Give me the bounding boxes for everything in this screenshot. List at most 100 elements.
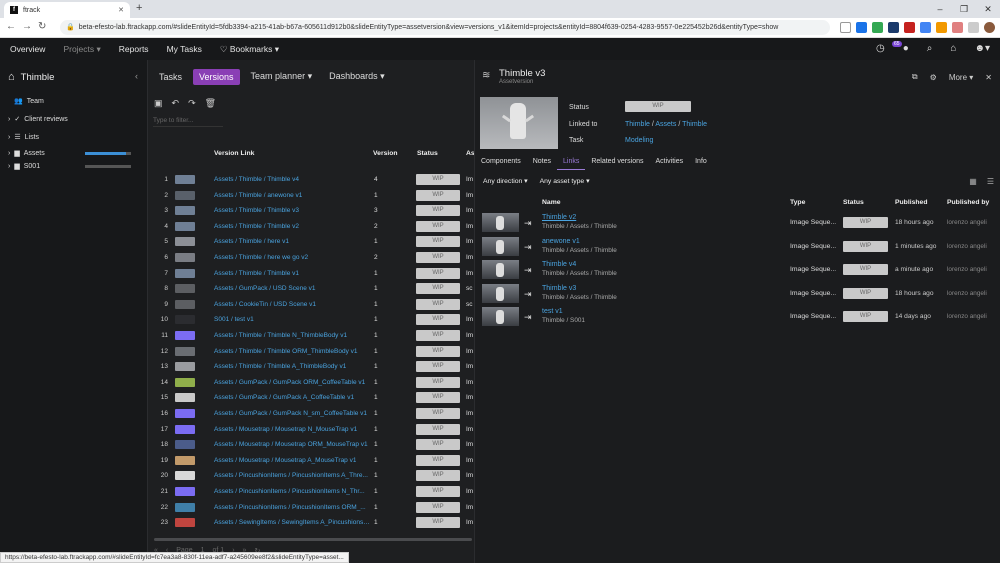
version-link[interactable]: Assets / Thimble / here we go v2 [214, 254, 308, 261]
nav-overview[interactable]: Overview [10, 44, 45, 54]
sidebar-item-team[interactable]: 👥 Team [14, 97, 44, 106]
filter-input[interactable]: Type to filter... [153, 117, 223, 127]
version-link[interactable]: Assets / PincushionItems / PincushionIte… [214, 504, 366, 511]
link-name[interactable]: Thimble v3 [542, 285, 576, 292]
horizontal-scrollbar[interactable] [154, 538, 472, 541]
profile-avatar[interactable] [984, 22, 995, 33]
version-thumbnail[interactable] [175, 518, 195, 528]
search-icon[interactable]: ⌕ [927, 43, 933, 54]
status-badge[interactable]: WIP [416, 298, 460, 310]
extension-icon[interactable] [936, 22, 947, 33]
table-row[interactable]: 18 Assets / Mousetrap / Mousetrap ORM_Mou… [148, 437, 474, 453]
back-icon[interactable]: ← [6, 21, 16, 32]
status-badge[interactable]: WIP [416, 361, 460, 373]
version-link[interactable]: Assets / GumPack / USD Scene v1 [214, 285, 316, 292]
version-thumbnail[interactable] [175, 315, 195, 325]
table-row[interactable]: 8 Assets / GumPack / USD Scene v1 1 WIP sc [148, 281, 474, 297]
sidebar-item-assets[interactable]: › ▆ Assets [8, 149, 45, 158]
extension-icon[interactable] [888, 22, 899, 33]
star-icon[interactable] [840, 22, 851, 33]
status-badge[interactable]: WIP [416, 454, 460, 466]
sidebar-item-s001[interactable]: › ▆ S001 [8, 162, 40, 171]
table-row[interactable]: 19 Assets / Mousetrap / Mousetrap A_Mouse… [148, 453, 474, 469]
version-link[interactable]: Assets / Mousetrap / Mousetrap A_MouseTr… [214, 457, 356, 464]
status-badge[interactable]: WIP [625, 101, 691, 112]
status-badge[interactable]: WIP [416, 408, 460, 419]
version-thumbnail[interactable] [175, 237, 195, 247]
version-link[interactable]: Assets / Mousetrap / Mousetrap N_MouseTr… [214, 426, 357, 433]
link-row[interactable]: ⇥ Thimble v3 Thimble / Assets / Thimble Ima… [475, 282, 1000, 305]
table-row[interactable]: 17 Assets / Mousetrap / Mousetrap N_Mouse… [148, 422, 474, 438]
version-link[interactable]: S001 / test v1 [214, 316, 254, 323]
version-thumbnail[interactable] [175, 175, 195, 184]
version-thumbnail[interactable] [175, 362, 195, 372]
close-tab-icon[interactable]: ✕ [118, 6, 124, 14]
status-badge[interactable]: WIP [416, 314, 460, 326]
timer-icon[interactable]: ◷ [876, 43, 885, 54]
extension-icon[interactable] [968, 22, 979, 33]
table-row[interactable]: 6 Assets / Thimble / here we go v2 2 WIP Im [148, 250, 474, 266]
tab-tasks[interactable]: Tasks [153, 69, 188, 85]
version-thumbnail[interactable] [175, 268, 195, 278]
close-window-icon[interactable]: ✕ [976, 0, 1000, 18]
browser-tab[interactable]: f ftrack ✕ [4, 2, 130, 18]
nav-reports[interactable]: Reports [119, 44, 149, 54]
inbox-icon[interactable]: ⌂ [950, 43, 956, 54]
version-link[interactable]: Assets / PincushionItems / PincushionIte… [214, 472, 368, 479]
tab-versions[interactable]: Versions [193, 68, 240, 85]
status-badge[interactable]: WIP [843, 311, 888, 322]
column-type[interactable]: Type [790, 199, 805, 206]
status-badge[interactable]: WIP [416, 345, 460, 357]
version-thumbnail[interactable] [175, 440, 195, 450]
status-badge[interactable]: WIP [416, 189, 460, 201]
tab-activities[interactable]: Activities [649, 156, 689, 170]
version-thumbnail[interactable] [175, 377, 195, 387]
project-title[interactable]: ⌂ Thimble [8, 71, 54, 83]
status-badge[interactable]: WIP [416, 376, 460, 388]
nav-my-tasks[interactable]: My Tasks [167, 44, 202, 54]
version-thumbnail[interactable] [175, 299, 195, 309]
link-thumbnail[interactable] [482, 307, 519, 326]
column-status[interactable]: Status [417, 150, 438, 157]
version-link[interactable]: Assets / Thimble / Thimble A_ThimbleBody… [214, 363, 346, 370]
more-menu[interactable]: More ▾ [949, 73, 973, 82]
status-badge[interactable]: WIP [416, 501, 460, 513]
version-thumbnail[interactable] [175, 190, 195, 200]
extension-icon[interactable] [856, 22, 867, 33]
status-badge[interactable]: WIP [416, 470, 460, 482]
column-name[interactable]: Name [542, 199, 561, 206]
version-thumbnail[interactable] [175, 346, 195, 356]
link-thumbnail[interactable] [482, 260, 519, 279]
version-thumbnail[interactable] [175, 221, 195, 231]
link-row[interactable]: ⇥ anewone v1 Thimble / Assets / Thimble Ima… [475, 235, 1000, 258]
sidebar-item-client-reviews[interactable]: › ✓ Client reviews [8, 115, 68, 124]
status-badge[interactable]: WIP [416, 486, 460, 497]
tab-team-planner[interactable]: Team planner ▾ [245, 68, 319, 85]
status-badge[interactable]: WIP [416, 267, 460, 279]
version-thumbnail[interactable] [175, 206, 195, 216]
status-badge[interactable]: WIP [416, 236, 460, 248]
minimize-icon[interactable]: – [928, 0, 952, 18]
linked-link[interactable]: Thimble [625, 121, 650, 128]
status-badge[interactable]: WIP [843, 240, 888, 252]
close-icon[interactable]: ✕ [985, 73, 992, 82]
table-row[interactable]: 10 S001 / test v1 1 WIP Im [148, 312, 474, 328]
table-row[interactable]: 20 Assets / PincushionItems / PincushionI… [148, 468, 474, 484]
version-thumbnail[interactable] [175, 253, 195, 262]
link-name[interactable]: anewone v1 [542, 238, 580, 245]
gear-icon[interactable]: ⚙ [930, 73, 937, 82]
version-link[interactable]: Assets / Thimble / here v1 [214, 238, 289, 245]
maximize-icon[interactable]: ❐ [952, 0, 976, 18]
status-badge[interactable]: WIP [843, 264, 888, 275]
status-badge[interactable]: WIP [416, 283, 460, 295]
version-link[interactable]: Assets / Thimble / Thimble v2 [214, 223, 299, 230]
status-badge[interactable]: WIP [416, 423, 460, 435]
tab-links[interactable]: Links [557, 156, 586, 170]
save-icon[interactable]: ▣ [154, 98, 163, 109]
status-badge[interactable]: WIP [416, 330, 460, 341]
version-link[interactable]: Assets / GumPack / GumPack A_CoffeeTable… [214, 394, 354, 401]
table-row[interactable]: 3 Assets / Thimble / Thimble v3 3 WIP Im [148, 203, 474, 219]
column-status[interactable]: Status [843, 199, 864, 206]
reload-icon[interactable]: ↻ [38, 21, 46, 32]
version-thumbnail[interactable] [175, 487, 195, 496]
